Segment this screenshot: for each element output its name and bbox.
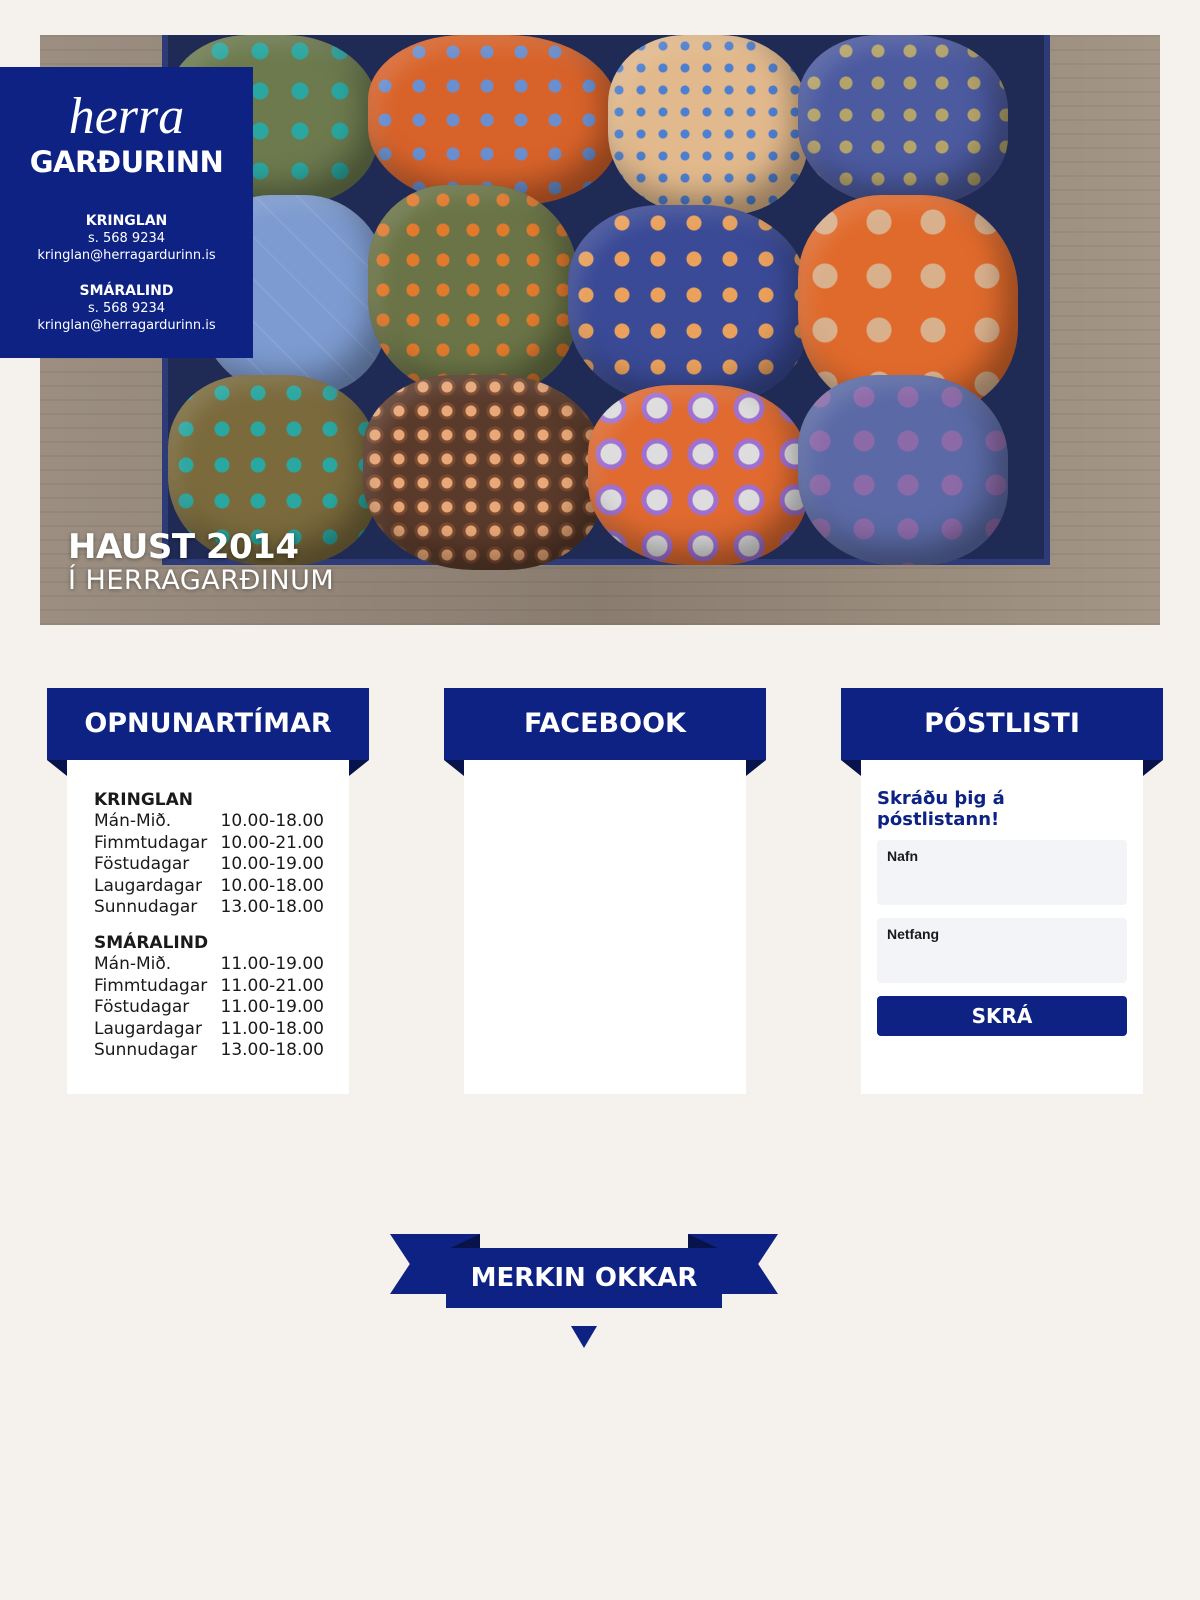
hours-day: Föstudagar bbox=[94, 997, 190, 1018]
hours-row: Mán-Mið. 10.00-18.00 bbox=[94, 811, 324, 833]
scarf-image bbox=[368, 185, 578, 395]
hours-time: 11.00-19.00 bbox=[220, 997, 324, 1018]
brands-heading: MERKIN OKKAR bbox=[446, 1248, 722, 1308]
hours-row: Sunnudagar 13.00-18.00 bbox=[94, 897, 324, 919]
hours-time: 11.00-18.00 bbox=[220, 1018, 324, 1039]
hours-group-smaralind: SMÁRALIND Mán-Mið. 11.00-19.00 Fimmtudaga… bbox=[94, 933, 349, 1062]
hours-time: 10.00-18.00 bbox=[220, 811, 324, 831]
hours-row: Laugardagar 10.00-18.00 bbox=[94, 876, 324, 898]
logo-script[interactable]: herra bbox=[0, 91, 253, 143]
ribbon-fold bbox=[349, 760, 369, 776]
hours-time: 13.00-18.00 bbox=[220, 1040, 324, 1061]
facebook-embed-area[interactable] bbox=[464, 760, 746, 1094]
hours-day: Föstudagar bbox=[94, 854, 190, 875]
hours-day: Sunnudagar bbox=[94, 897, 198, 918]
ribbon-fold bbox=[47, 760, 67, 776]
hours-day: Laugardagar bbox=[94, 1018, 202, 1039]
facebook-heading: FACEBOOK bbox=[444, 688, 766, 760]
newsletter-prompt: Skráðu þig á póstlistann! bbox=[877, 788, 1005, 830]
brand-panel: herra GARÐURINN KRINGLAN s. 568 9234 kri… bbox=[0, 67, 253, 358]
scarf-image bbox=[798, 375, 1008, 565]
hours-time: 10.00-18.00 bbox=[220, 875, 324, 896]
email-field[interactable]: Netfang bbox=[877, 918, 1127, 983]
email-field-label: Netfang bbox=[887, 926, 940, 942]
hero-title: HAUST 2014 bbox=[68, 527, 299, 567]
scarf-image bbox=[363, 375, 603, 570]
hours-day: Fimmtudagar bbox=[94, 832, 208, 853]
opening-hours-card: OPNUNARTÍMAR KRINGLAN Mán-Mið. 10.00-18.0… bbox=[47, 688, 369, 1094]
hours-location-name: SMÁRALIND bbox=[94, 932, 209, 953]
newsletter-card: PÓSTLISTI Skráðu þig á póstlistann! Nafn… bbox=[841, 688, 1163, 1094]
newsletter-body: Skráðu þig á póstlistann! Nafn Netfang S… bbox=[861, 760, 1143, 1094]
name-input[interactable] bbox=[887, 864, 1117, 894]
hours-time: 10.00-19.00 bbox=[220, 854, 324, 875]
hours-row: Föstudagar 10.00-19.00 bbox=[94, 854, 324, 876]
hours-row: Fimmtudagar 11.00-21.00 bbox=[94, 976, 324, 998]
hours-day: Sunnudagar bbox=[94, 1040, 198, 1061]
scarf-image bbox=[608, 35, 808, 215]
hours-day: Fimmtudagar bbox=[94, 975, 208, 996]
hours-location-name: KRINGLAN bbox=[94, 790, 193, 810]
store-email[interactable]: kringlan@herragardurinn.is bbox=[0, 317, 253, 334]
scarf-image bbox=[368, 35, 618, 205]
hours-day: Laugardagar bbox=[94, 875, 202, 896]
ribbon-fold bbox=[746, 760, 766, 776]
scarf-image bbox=[588, 385, 808, 565]
hours-time: 13.00-18.00 bbox=[220, 897, 324, 918]
hours-row: Sunnudagar 13.00-18.00 bbox=[94, 1040, 324, 1062]
store-info-kringlan: KRINGLAN s. 568 9234 kringlan@herragardu… bbox=[0, 213, 253, 264]
hours-time: 11.00-19.00 bbox=[220, 953, 324, 974]
ribbon-fold bbox=[444, 760, 464, 776]
hero-subtitle: Í HERRAGARÐINUM bbox=[68, 565, 335, 596]
email-input[interactable] bbox=[887, 942, 1117, 972]
facebook-card: FACEBOOK bbox=[444, 688, 766, 1094]
hours-day: Mán-Mið. bbox=[94, 811, 172, 831]
hours-time: 10.00-21.00 bbox=[220, 832, 324, 853]
store-name: KRINGLAN bbox=[85, 213, 168, 229]
scarf-image bbox=[798, 35, 1008, 205]
subscribe-button[interactable]: SKRÁ bbox=[877, 996, 1127, 1036]
store-info-smaralind: SMÁRALIND s. 568 9234 kringlan@herragard… bbox=[0, 283, 253, 334]
logo-wordmark[interactable]: GARÐURINN bbox=[0, 145, 253, 179]
brands-section: MERKIN OKKAR bbox=[390, 1234, 778, 1354]
hours-time: 11.00-21.00 bbox=[220, 975, 324, 996]
hours-group-kringlan: KRINGLAN Mán-Mið. 10.00-18.00 Fimmtudagar… bbox=[94, 790, 349, 919]
hours-row: Föstudagar 11.00-19.00 bbox=[94, 997, 324, 1019]
hours-row: Mán-Mið. 11.00-19.00 bbox=[94, 954, 324, 976]
store-phone: s. 568 9234 bbox=[87, 301, 166, 316]
hours-day: Mán-Mið. bbox=[94, 953, 172, 974]
hours-row: Laugardagar 11.00-18.00 bbox=[94, 1019, 324, 1041]
down-arrow-icon[interactable] bbox=[571, 1326, 597, 1348]
name-field[interactable]: Nafn bbox=[877, 840, 1127, 905]
ribbon-fold bbox=[841, 760, 861, 776]
hours-row: Fimmtudagar 10.00-21.00 bbox=[94, 833, 324, 855]
store-email[interactable]: kringlan@herragardurinn.is bbox=[0, 247, 253, 264]
hero-image-scarf-box bbox=[162, 35, 1050, 570]
store-name: SMÁRALIND bbox=[79, 283, 174, 299]
opening-hours-body: KRINGLAN Mán-Mið. 10.00-18.00 Fimmtudagar… bbox=[67, 760, 349, 1094]
newsletter-heading: PÓSTLISTI bbox=[841, 688, 1163, 760]
ribbon-fold bbox=[1143, 760, 1163, 776]
store-phone: s. 568 9234 bbox=[87, 231, 166, 246]
scarf-image bbox=[568, 205, 808, 405]
opening-hours-heading: OPNUNARTÍMAR bbox=[47, 688, 369, 760]
name-field-label: Nafn bbox=[887, 848, 919, 864]
